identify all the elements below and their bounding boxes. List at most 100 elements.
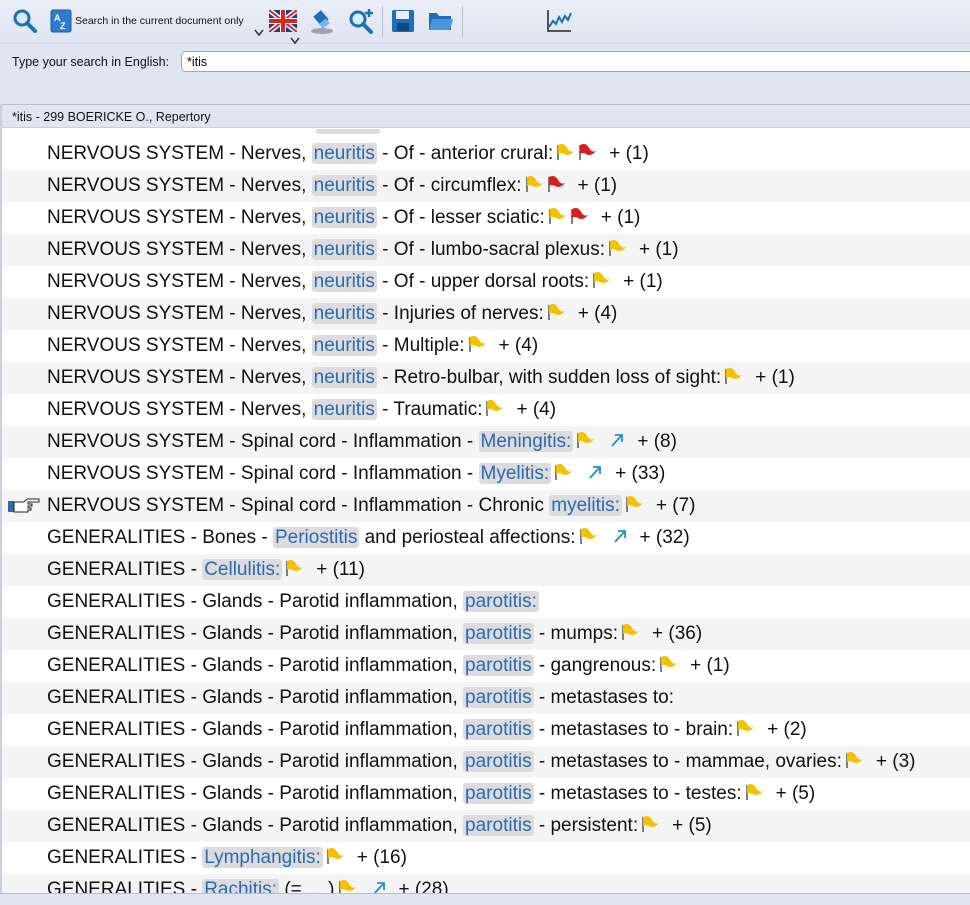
- yellow-flag-icon[interactable]: [607, 239, 627, 257]
- search-icon[interactable]: [10, 6, 40, 36]
- search-match-highlight[interactable]: Periostitis: [272, 527, 360, 548]
- search-match-highlight[interactable]: neuritis: [311, 335, 377, 356]
- yellow-flag-icon[interactable]: [844, 751, 864, 769]
- yellow-flag-icon[interactable]: [744, 783, 764, 801]
- yellow-flag-icon[interactable]: [524, 175, 544, 193]
- az-index-icon[interactable]: A Z: [50, 6, 72, 36]
- yellow-flag-icon[interactable]: [337, 879, 357, 893]
- remedy-count[interactable]: + (28): [399, 879, 449, 893]
- remedy-count[interactable]: + (16): [357, 847, 407, 868]
- yellow-flag-icon[interactable]: [624, 495, 644, 513]
- red-flag-icon[interactable]: [577, 143, 597, 161]
- rubric-row[interactable]: GENERALITIES - Lymphangitis: + (16): [0, 842, 970, 874]
- search-match-highlight[interactable]: parotitis: [463, 815, 534, 836]
- yellow-flag-icon[interactable]: [735, 719, 755, 737]
- search-match-highlight[interactable]: neuritis: [311, 175, 377, 196]
- rubric-row[interactable]: GENERALITIES - Glands - Parotid inflamma…: [0, 714, 970, 746]
- open-folder-icon[interactable]: [426, 6, 456, 36]
- remedy-count[interactable]: + (11): [316, 559, 365, 580]
- save-icon[interactable]: [390, 6, 416, 36]
- search-match-highlight[interactable]: parotitis:: [463, 591, 539, 612]
- yellow-flag-icon[interactable]: [591, 271, 611, 289]
- yellow-flag-icon[interactable]: [723, 367, 743, 385]
- rubric-row[interactable]: NERVOUS SYSTEM - Spinal cord - Inflammat…: [0, 490, 970, 522]
- remedy-count[interactable]: + (7): [656, 495, 696, 516]
- remedy-count[interactable]: + (36): [652, 623, 702, 644]
- remedy-count[interactable]: + (1): [639, 239, 679, 260]
- remedy-count[interactable]: + (3): [876, 751, 916, 772]
- remedy-count[interactable]: + (1): [609, 143, 649, 164]
- search-match-highlight[interactable]: Lymphangitis:: [202, 847, 323, 868]
- red-flag-icon[interactable]: [546, 175, 566, 193]
- yellow-flag-icon[interactable]: [484, 399, 504, 417]
- yellow-flag-icon[interactable]: [547, 207, 567, 225]
- search-match-highlight[interactable]: parotitis: [463, 719, 534, 740]
- search-match-highlight[interactable]: neuritis: [311, 143, 377, 164]
- search-match-highlight[interactable]: Myelitis:: [478, 463, 552, 484]
- rubric-row[interactable]: GENERALITIES - Glands - Parotid inflamma…: [0, 682, 970, 714]
- rubric-row[interactable]: NERVOUS SYSTEM - Nerves, neuritis - Of -…: [0, 234, 970, 266]
- remedy-count[interactable]: + (2): [767, 719, 807, 740]
- yellow-flag-icon[interactable]: [658, 655, 678, 673]
- rubric-row[interactable]: GENERALITIES - Glands - Parotid inflamma…: [0, 650, 970, 682]
- yellow-flag-icon[interactable]: [325, 847, 345, 865]
- yellow-flag-icon[interactable]: [467, 335, 487, 353]
- rubric-row[interactable]: GENERALITIES - Glands - Parotid inflamma…: [0, 778, 970, 810]
- rubric-row[interactable]: NERVOUS SYSTEM - Nerves, neuritis - Of -…: [0, 138, 970, 170]
- remedy-count[interactable]: + (4): [499, 335, 539, 356]
- search-match-highlight[interactable]: neuritis: [311, 239, 377, 260]
- search-match-highlight[interactable]: parotitis: [463, 623, 534, 644]
- remedy-count[interactable]: + (1): [601, 207, 641, 228]
- rubric-row[interactable]: NERVOUS SYSTEM - Nerves, neuritis - Of -…: [0, 266, 970, 298]
- cross-reference-arrow-icon[interactable]: [609, 432, 625, 448]
- remedy-count[interactable]: + (4): [578, 303, 618, 324]
- rubric-row[interactable]: GENERALITIES - Cellulitis: + (11): [0, 554, 970, 586]
- red-flag-icon[interactable]: [569, 207, 589, 225]
- cross-reference-arrow-icon[interactable]: [371, 880, 387, 893]
- cross-reference-arrow-icon[interactable]: [587, 464, 603, 480]
- remedy-count[interactable]: + (5): [776, 783, 816, 804]
- rubric-row[interactable]: GENERALITIES - Rachitis: (= ... ) + (28): [0, 874, 970, 893]
- yellow-flag-icon[interactable]: [620, 623, 640, 641]
- remedy-count[interactable]: + (33): [615, 463, 665, 484]
- search-match-highlight[interactable]: neuritis: [311, 399, 377, 420]
- search-match-highlight[interactable]: Cellulitis:: [202, 559, 283, 580]
- remedy-count[interactable]: + (8): [637, 431, 677, 452]
- rubric-row[interactable]: NERVOUS SYSTEM - Nerves, neuritis - Of -…: [0, 202, 970, 234]
- search-match-highlight[interactable]: Rachitis:: [202, 879, 280, 893]
- rubric-row[interactable]: NERVOUS SYSTEM - Spinal cord - Inflammat…: [0, 426, 970, 458]
- rubric-list[interactable]: NERVOUS SYSTEM - Nerves, neuritis - Of -…: [0, 129, 970, 893]
- rubric-row[interactable]: NERVOUS SYSTEM - Nerves, neuritis - Retr…: [0, 362, 970, 394]
- remedy-count[interactable]: + (4): [516, 399, 556, 420]
- search-match-highlight[interactable]: parotitis: [463, 783, 534, 804]
- eraser-icon[interactable]: [307, 6, 337, 36]
- rubric-row[interactable]: GENERALITIES - Glands - Parotid inflamma…: [0, 618, 970, 650]
- search-match-highlight[interactable]: neuritis: [311, 367, 377, 388]
- yellow-flag-icon[interactable]: [575, 431, 595, 449]
- remedy-count[interactable]: + (1): [578, 175, 618, 196]
- search-match-highlight[interactable]: parotitis: [463, 655, 534, 676]
- remedy-count[interactable]: + (1): [755, 367, 795, 388]
- rubric-row[interactable]: NERVOUS SYSTEM - Spinal cord - Inflammat…: [0, 458, 970, 490]
- rubric-row[interactable]: NERVOUS SYSTEM - Nerves, neuritis - Trau…: [0, 394, 970, 426]
- search-input[interactable]: [181, 51, 970, 72]
- search-match-highlight[interactable]: parotitis: [463, 687, 534, 708]
- cross-reference-arrow-icon[interactable]: [612, 528, 628, 544]
- yellow-flag-icon[interactable]: [284, 559, 304, 577]
- search-match-highlight[interactable]: myelitis:: [549, 495, 622, 516]
- search-match-highlight[interactable]: Meningitis:: [478, 431, 574, 452]
- rubric-row[interactable]: NERVOUS SYSTEM - Nerves, neuritis - Mult…: [0, 330, 970, 362]
- rubric-row[interactable]: GENERALITIES - Glands - Parotid inflamma…: [0, 810, 970, 842]
- remedy-count[interactable]: + (1): [623, 271, 663, 292]
- rubric-row[interactable]: NERVOUS SYSTEM - Nerves, neuritis - Inju…: [0, 298, 970, 330]
- chart-icon[interactable]: [544, 6, 574, 36]
- search-match-highlight[interactable]: neuritis: [311, 207, 377, 228]
- search-match-highlight[interactable]: neuritis: [311, 303, 377, 324]
- zoom-add-icon[interactable]: [346, 6, 376, 36]
- remedy-count[interactable]: + (5): [672, 815, 712, 836]
- search-match-highlight[interactable]: neuritis: [311, 271, 377, 292]
- remedy-count[interactable]: + (32): [640, 527, 690, 548]
- yellow-flag-icon[interactable]: [578, 527, 598, 545]
- yellow-flag-icon[interactable]: [546, 303, 566, 321]
- search-match-highlight[interactable]: parotitis: [463, 751, 534, 772]
